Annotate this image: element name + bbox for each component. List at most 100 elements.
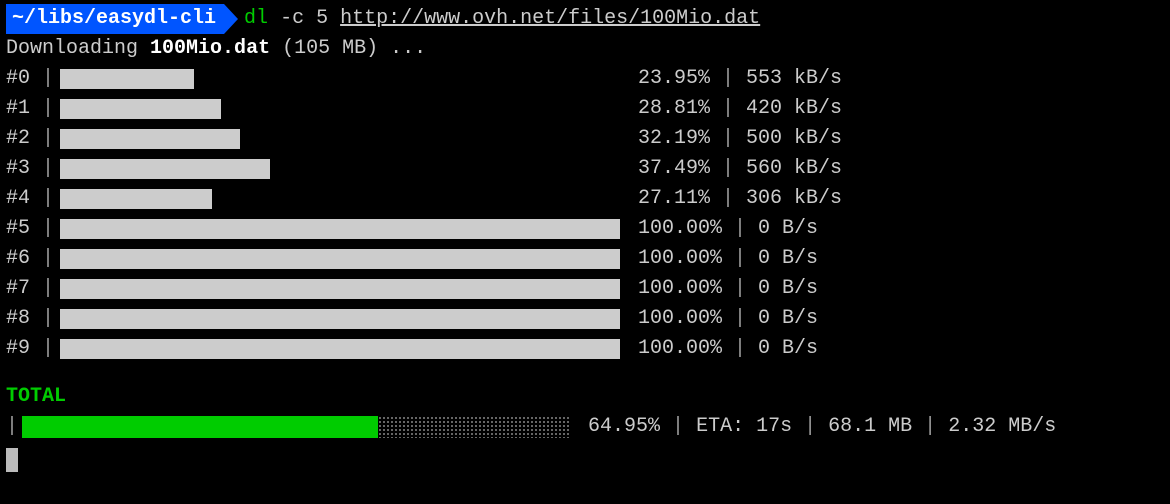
chunk-percent: 100.00% [638,277,722,300]
chunk-id: #3 [6,154,42,184]
chunk-stats: 100.00% | 0 B/s [620,334,818,364]
chunk-progress-bar [60,159,620,179]
total-eta: 17s [756,415,792,438]
total-speed: 2.32 MB/s [948,415,1056,438]
chunk-percent: 27.11% [638,187,710,210]
chunk-percent: 100.00% [638,337,722,360]
total-stats: 64.95% | ETA: 17s | 68.1 MB | 2.32 MB/s [570,412,1056,442]
total-eta-label: ETA: [696,415,744,438]
chunk-id: #8 [6,304,42,334]
chunk-row: #2| 32.19% | 500 kB/s [6,124,1164,154]
chunk-pipe: | [42,94,54,124]
chunk-speed: 0 B/s [758,277,818,300]
chunk-pipe: | [42,214,54,244]
chunk-id: #9 [6,334,42,364]
status-prefix: Downloading [6,37,138,60]
chunk-progress-fill [60,129,240,149]
chunk-speed: 306 kB/s [746,187,842,210]
chunk-progress-fill [60,99,221,119]
total-progress-bar [22,416,570,438]
chunk-pipe: | [42,64,54,94]
chunk-row: #6| 100.00% | 0 B/s [6,244,1164,274]
chunk-row: #5| 100.00% | 0 B/s [6,214,1164,244]
chunk-percent: 28.81% [638,97,710,120]
chunk-progress-bar [60,189,620,209]
chunk-progress-fill [60,189,212,209]
chunk-id: #7 [6,274,42,304]
total-pipe: | [6,412,18,442]
status-size: (105 MB) [282,37,378,60]
total-percent: 64.95% [588,415,660,438]
chunk-speed: 420 kB/s [746,97,842,120]
chunk-stats: 27.11% | 306 kB/s [620,184,842,214]
chunk-stats: 37.49% | 560 kB/s [620,154,842,184]
chunk-list: #0| 23.95% | 553 kB/s#1| 28.81% | 420 kB… [6,64,1164,364]
chunk-row: #9|100.00% | 0 B/s [6,334,1164,364]
total-downloaded: 68.1 MB [828,415,912,438]
chunk-id: #1 [6,94,42,124]
chunk-progress-bar [60,249,620,269]
chunk-pipe: | [42,274,54,304]
chunk-speed: 500 kB/s [746,127,842,150]
chunk-progress-fill [60,279,620,299]
chunk-speed: 0 B/s [758,307,818,330]
total-row: | 64.95% | ETA: 17s | 68.1 MB | 2.32 MB/… [6,412,1164,442]
chunk-progress-bar [60,279,620,299]
chunk-stats: 100.00% | 0 B/s [620,214,818,244]
total-progress-fill [22,416,378,438]
chunk-percent: 32.19% [638,127,710,150]
chunk-pipe: | [42,124,54,154]
chunk-id: #5 [6,214,42,244]
status-line: Downloading 100Mio.dat (105 MB) ... [6,34,1164,64]
chunk-stats: 100.00% | 0 B/s [620,304,818,334]
chunk-progress-fill [60,249,620,269]
chunk-percent: 23.95% [638,67,710,90]
chunk-pipe: | [42,304,54,334]
chunk-row: #3| 37.49% | 560 kB/s [6,154,1164,184]
chunk-speed: 553 kB/s [746,67,842,90]
chunk-id: #4 [6,184,42,214]
chunk-speed: 0 B/s [758,217,818,240]
chunk-pipe: | [42,244,54,274]
status-filename: 100Mio.dat [150,37,270,60]
chunk-progress-fill [60,309,620,329]
chunk-row: #0| 23.95% | 553 kB/s [6,64,1164,94]
prompt-line: ~/libs/easydl-cli dl -c 5 http://www.ovh… [6,4,1164,34]
command-flags: -c 5 [280,7,328,30]
prompt-arrow-icon [224,4,238,34]
prompt-path: ~/libs/easydl-cli [6,4,224,34]
command: dl -c 5 http://www.ovh.net/files/100Mio.… [238,4,760,34]
chunk-progress-fill [60,339,620,359]
chunk-progress-fill [60,159,270,179]
chunk-percent: 100.00% [638,247,722,270]
chunk-pipe: | [42,184,54,214]
chunk-percent: 37.49% [638,157,710,180]
chunk-progress-bar [60,309,620,329]
chunk-progress-bar [60,129,620,149]
chunk-id: #2 [6,124,42,154]
chunk-stats: 100.00% | 0 B/s [620,274,818,304]
chunk-percent: 100.00% [638,307,722,330]
chunk-id: #6 [6,244,42,274]
command-name: dl [244,7,268,30]
chunk-progress-bar [60,339,620,359]
chunk-stats: 23.95% | 553 kB/s [620,64,842,94]
chunk-speed: 0 B/s [758,337,818,360]
status-suffix: ... [390,37,426,60]
chunk-row: #7| 100.00% | 0 B/s [6,274,1164,304]
total-label: TOTAL [6,382,1164,412]
chunk-stats: 100.00% | 0 B/s [620,244,818,274]
chunk-percent: 100.00% [638,217,722,240]
chunk-progress-fill [60,219,620,239]
chunk-progress-bar [60,219,620,239]
chunk-stats: 32.19% | 500 kB/s [620,124,842,154]
chunk-progress-bar [60,99,620,119]
chunk-id: #0 [6,64,42,94]
command-url: http://www.ovh.net/files/100Mio.dat [340,7,760,30]
chunk-row: #4| 27.11% | 306 kB/s [6,184,1164,214]
chunk-speed: 0 B/s [758,247,818,270]
chunk-progress-fill [60,69,194,89]
chunk-speed: 560 kB/s [746,157,842,180]
chunk-row: #1| 28.81% | 420 kB/s [6,94,1164,124]
chunk-stats: 28.81% | 420 kB/s [620,94,842,124]
